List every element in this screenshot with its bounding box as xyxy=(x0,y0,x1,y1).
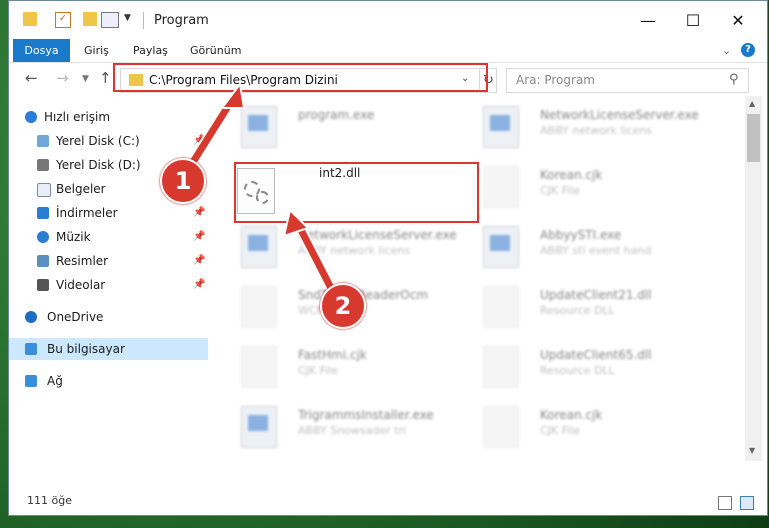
arrow-1 xyxy=(182,81,246,176)
callout-badge-1: 1 xyxy=(160,158,206,204)
callout-arrows xyxy=(182,81,338,296)
arrow-2 xyxy=(282,208,338,296)
callout-badge-2: 2 xyxy=(320,283,366,329)
